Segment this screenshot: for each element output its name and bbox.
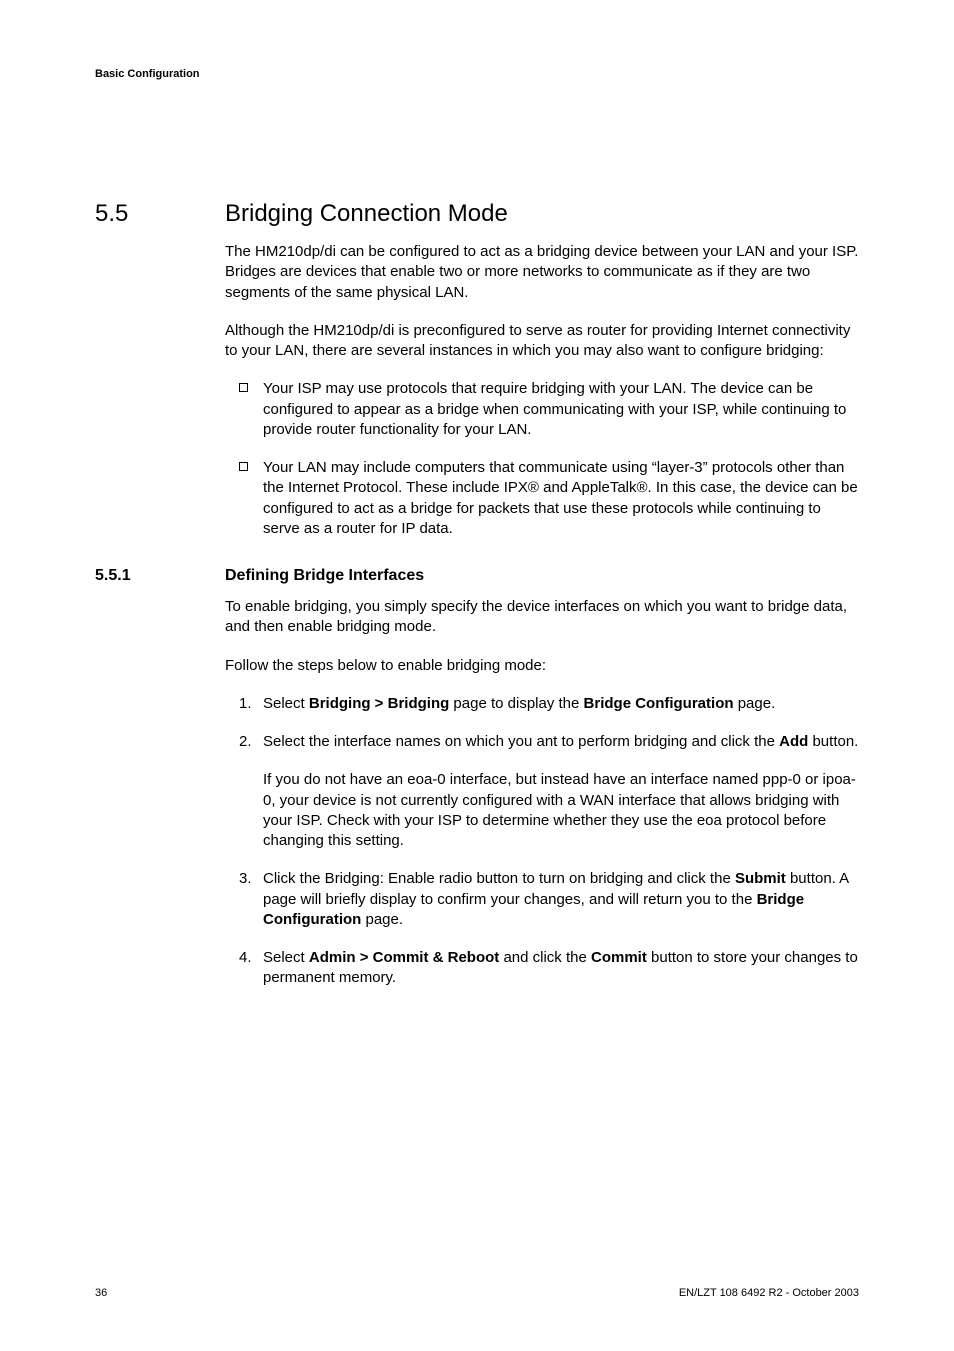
section-body: The HM210dp/di can be configured to act … <box>225 242 859 539</box>
step-4-text-b: and click the <box>499 949 591 966</box>
step-2-note: If you do not have an eoa-0 interface, b… <box>263 770 859 851</box>
section-bullet-1: Your ISP may use protocols that require … <box>225 379 859 440</box>
subsection-number: 5.5.1 <box>95 567 225 585</box>
step-2-bold-1: Add <box>779 733 808 750</box>
step-1-text-b: page to display the <box>449 695 583 712</box>
step-3: Click the Bridging: Enable radio button … <box>225 869 859 930</box>
step-4-text-a: Select <box>263 949 309 966</box>
document-id: EN/LZT 108 6492 R2 - October 2003 <box>679 1287 859 1299</box>
steps-list: Select Bridging > Bridging page to displ… <box>225 694 859 989</box>
step-1-text-c: page. <box>734 695 776 712</box>
running-header: Basic Configuration <box>95 68 859 80</box>
section-bullet-list: Your ISP may use protocols that require … <box>225 379 859 539</box>
page-number: 36 <box>95 1287 107 1299</box>
step-3-text-a: Click the Bridging: Enable radio button … <box>263 870 735 887</box>
page-footer: 36 EN/LZT 108 6492 R2 - October 2003 <box>95 1287 859 1299</box>
subsection-title: Defining Bridge Interfaces <box>225 567 424 585</box>
step-3-bold-1: Submit <box>735 870 786 887</box>
step-1-bold-2: Bridge Configuration <box>584 695 734 712</box>
step-1-text-a: Select <box>263 695 309 712</box>
step-3-text-c: page. <box>361 911 403 928</box>
page: Basic Configuration 5.5 Bridging Connect… <box>0 0 954 1351</box>
subsection-para-1: To enable bridging, you simply specify t… <box>225 597 859 638</box>
section-heading: 5.5 Bridging Connection Mode <box>95 200 859 228</box>
step-4-bold-2: Commit <box>591 949 647 966</box>
section-bullet-2: Your LAN may include computers that comm… <box>225 458 859 539</box>
section-para-2: Although the HM210dp/di is preconfigured… <box>225 321 859 362</box>
step-2-text-a: Select the interface names on which you … <box>263 733 779 750</box>
subsection-body: To enable bridging, you simply specify t… <box>225 597 859 989</box>
section-number: 5.5 <box>95 200 225 228</box>
step-4: Select Admin > Commit & Reboot and click… <box>225 948 859 989</box>
section-title: Bridging Connection Mode <box>225 200 508 228</box>
step-2-text-b: button. <box>808 733 858 750</box>
step-1: Select Bridging > Bridging page to displ… <box>225 694 859 714</box>
step-2: Select the interface names on which you … <box>225 732 859 851</box>
step-1-bold-1: Bridging > Bridging <box>309 695 449 712</box>
subsection-para-2: Follow the steps below to enable bridgin… <box>225 656 859 676</box>
step-4-bold-1: Admin > Commit & Reboot <box>309 949 499 966</box>
subsection-heading: 5.5.1 Defining Bridge Interfaces <box>95 567 859 585</box>
section-para-1: The HM210dp/di can be configured to act … <box>225 242 859 303</box>
